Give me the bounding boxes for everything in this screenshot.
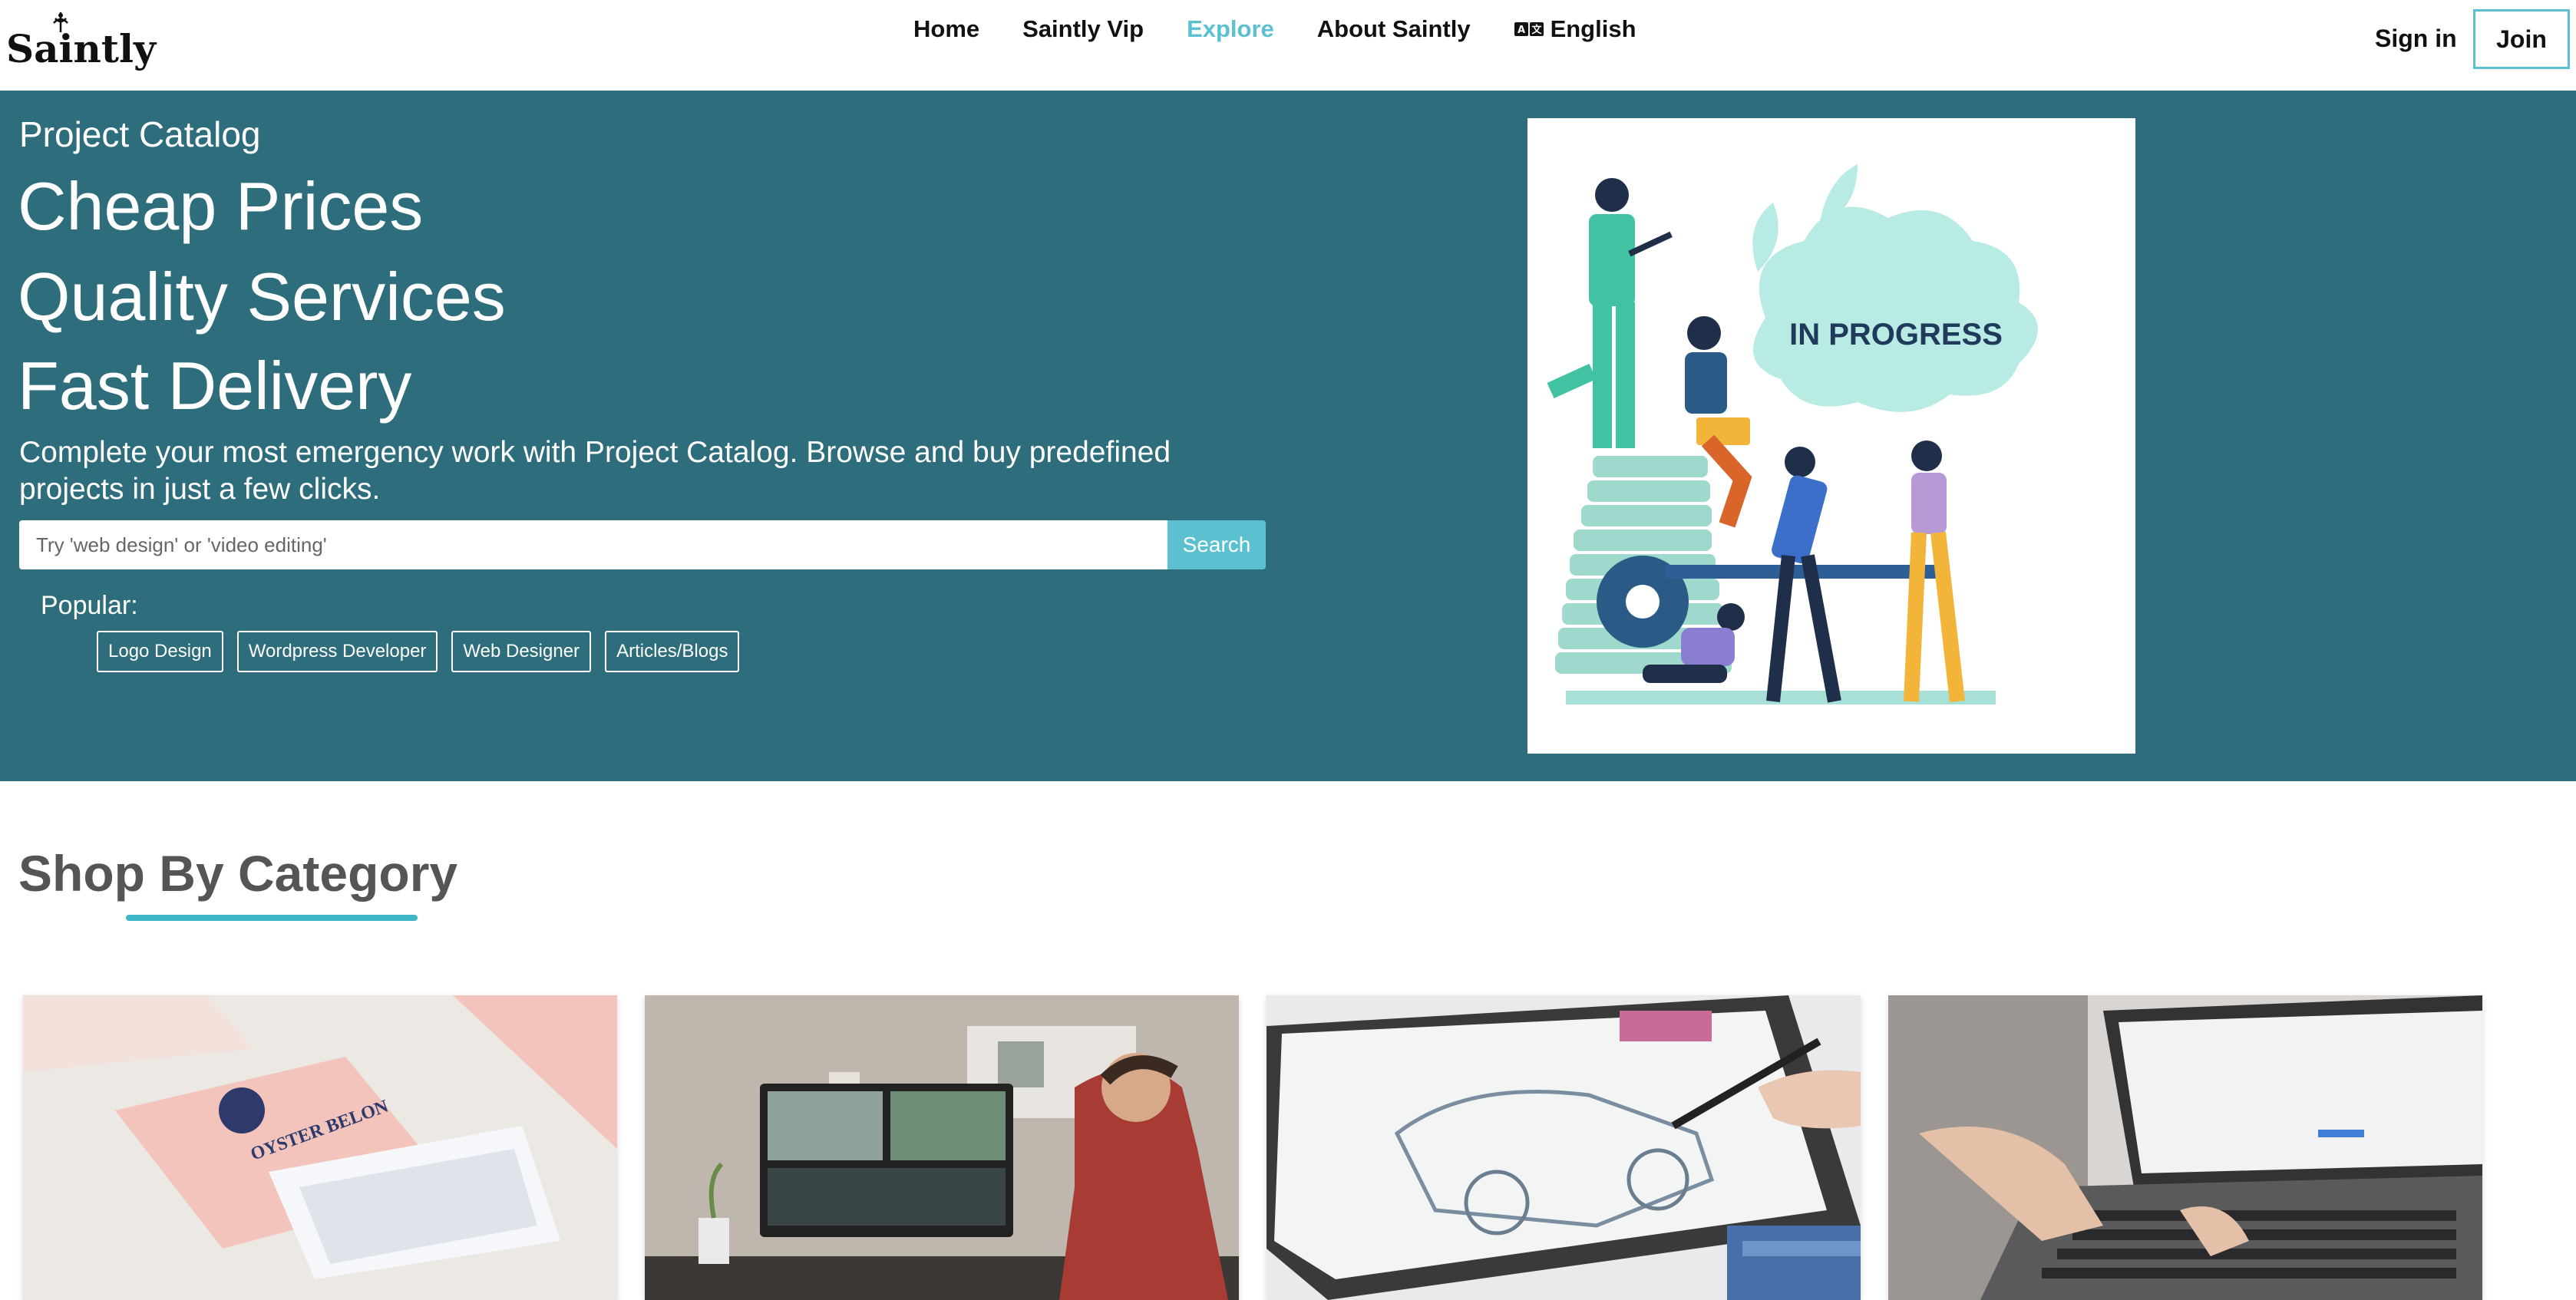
nav-explore[interactable]: Explore xyxy=(1187,15,1274,43)
logo-text: Saintly xyxy=(6,26,156,71)
category-cards: OYSTER BELON xyxy=(23,995,2482,1300)
saintly-logo[interactable]: Saintly xyxy=(6,11,156,80)
tag-articles-blogs[interactable]: Articles/Blogs xyxy=(605,631,740,672)
nav-home[interactable]: Home xyxy=(913,15,979,43)
tag-wordpress-developer[interactable]: Wordpress Developer xyxy=(236,631,438,672)
category-card-laptop-typing[interactable] xyxy=(1888,995,2482,1300)
video-editing-image xyxy=(645,995,1239,1300)
shop-by-category-title: Shop By Category xyxy=(18,845,458,902)
hero-section: Project Catalog Cheap Prices Quality Ser… xyxy=(0,91,2576,781)
drawing-tablet-image xyxy=(1267,995,1861,1300)
popular-tags: Logo Design Wordpress Developer Web Desi… xyxy=(97,631,740,672)
hero-line-quality-services: Quality Services xyxy=(18,259,506,335)
category-card-drawing-tablet[interactable] xyxy=(1267,995,1861,1300)
main-nav: Home Saintly Vip Explore About Saintly A… xyxy=(913,14,1636,45)
language-icon: A 文 xyxy=(1514,22,1544,36)
search-input[interactable] xyxy=(19,520,1167,569)
sign-in-link[interactable]: Sign in xyxy=(2375,25,2457,53)
nav-about-saintly[interactable]: About Saintly xyxy=(1317,15,1471,43)
hero-line-cheap-prices: Cheap Prices xyxy=(18,168,424,244)
svg-text:A: A xyxy=(1518,25,1525,36)
category-card-logo-packaging[interactable]: OYSTER BELON xyxy=(23,995,617,1300)
tag-web-designer[interactable]: Web Designer xyxy=(451,631,592,672)
logo-packaging-image: OYSTER BELON xyxy=(23,995,617,1300)
tag-logo-design[interactable]: Logo Design xyxy=(97,631,223,672)
illustration-text: IN PROGRESS xyxy=(1789,318,2003,351)
popular-label: Popular: xyxy=(41,591,138,620)
hero-line-fast-delivery: Fast Delivery xyxy=(18,348,412,424)
join-button[interactable]: Join xyxy=(2473,9,2570,69)
hero-description: Complete your most emergency work with P… xyxy=(19,436,1171,506)
in-progress-illustration: IN PROGRESS xyxy=(1527,118,2135,754)
hero-eyebrow: Project Catalog xyxy=(19,114,261,154)
search-bar: Search xyxy=(19,520,1266,569)
laptop-typing-image xyxy=(1888,995,2482,1300)
category-card-video-editing[interactable] xyxy=(645,995,1239,1300)
svg-text:文: 文 xyxy=(1531,24,1542,36)
nav-saintly-vip[interactable]: Saintly Vip xyxy=(1022,15,1144,43)
nav-language-label: English xyxy=(1550,15,1636,42)
title-underline xyxy=(126,915,418,921)
search-button[interactable]: Search xyxy=(1167,520,1266,569)
site-header: Saintly Home Saintly Vip Explore About S… xyxy=(0,0,2576,91)
nav-language[interactable]: A 文 English xyxy=(1514,15,1636,43)
